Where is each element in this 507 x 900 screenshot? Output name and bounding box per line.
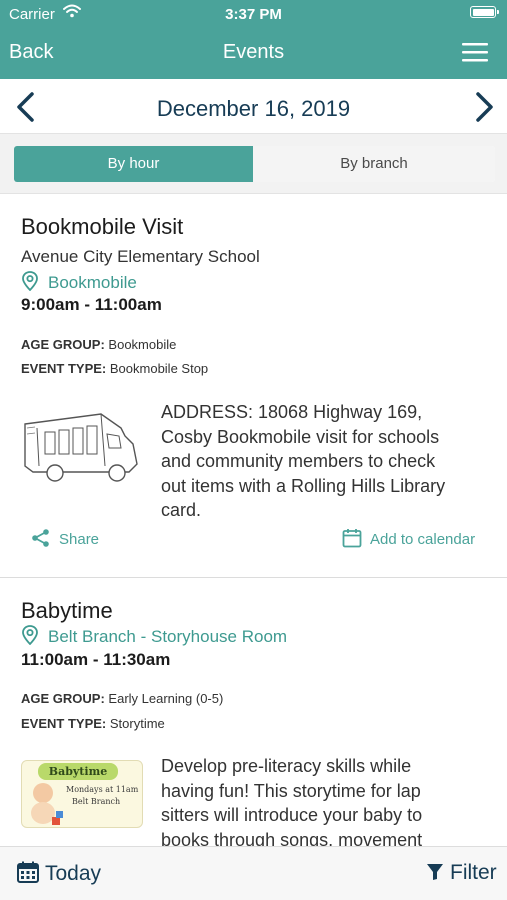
filter-button[interactable]: Filter: [426, 861, 497, 885]
app-header: Carrier 3:37 PM Back Events: [0, 0, 507, 79]
babytime-image-schedule: Mondays at 11am: [66, 785, 139, 794]
event-type: EVENT TYPE: Bookmobile Stop: [21, 361, 208, 376]
event-card[interactable]: Babytime Belt Branch - Storyhouse Room 1…: [0, 578, 507, 846]
event-subtitle: Avenue City Elementary School: [21, 247, 260, 266]
description-line: and community members to check: [161, 451, 436, 471]
event-type-label: EVENT TYPE:: [21, 716, 107, 731]
event-type-label: EVENT TYPE:: [21, 361, 107, 376]
description-line: books through songs, movement: [161, 829, 423, 847]
share-label: Share: [59, 531, 100, 548]
status-bar: Carrier 3:37 PM: [0, 0, 507, 28]
bookmobile-image: [21, 406, 143, 484]
event-title: Babytime: [21, 598, 113, 623]
page-title: Events: [222, 41, 285, 63]
age-group-value: Early Learning (0-5): [108, 691, 224, 706]
chevron-right-icon[interactable]: [470, 91, 498, 123]
event-age-group: AGE GROUP: Early Learning (0-5): [21, 691, 223, 706]
view-mode-bar: By hour By branch: [0, 133, 507, 194]
hamburger-menu-icon[interactable]: [461, 41, 489, 63]
description-line: card.: [161, 500, 202, 520]
event-card[interactable]: Bookmobile Visit Avenue City Elementary …: [0, 194, 507, 577]
current-date: December 16, 2019: [156, 96, 351, 121]
babytime-image: Babytime Mondays at 11am Belt Branch: [21, 760, 143, 828]
event-description: Develop pre-literacy skills while having…: [161, 754, 491, 846]
segment-by-branch[interactable]: By branch: [253, 146, 495, 182]
calendar-icon: [17, 861, 39, 883]
event-type-value: Bookmobile Stop: [109, 361, 209, 376]
event-title: Bookmobile Visit: [21, 214, 184, 239]
battery-icon: [470, 6, 499, 18]
add-to-calendar-button[interactable]: Add to calendar: [342, 528, 475, 548]
babytime-image-branch: Belt Branch: [72, 797, 121, 806]
today-label: Today: [45, 862, 102, 885]
location-pin-icon: [22, 625, 38, 646]
age-group-label: AGE GROUP:: [21, 337, 105, 352]
segment-by-hour[interactable]: By hour: [14, 146, 253, 182]
description-line: Develop pre-literacy skills while: [161, 756, 412, 776]
bottom-toolbar: Today Filter: [0, 846, 507, 900]
event-time: 11:00am - 11:30am: [21, 650, 171, 669]
description-line: ADDRESS: 18068 Highway 169,: [161, 402, 423, 422]
description-line: Cosby Bookmobile visit for schools: [161, 426, 440, 447]
description-line: out items with a Rolling Hills Library: [161, 475, 446, 496]
location-pin-icon: [22, 271, 38, 292]
navigation-bar: Back Events: [0, 28, 507, 79]
event-description: ADDRESS: 18068 Highway 169, Cosby Bookmo…: [161, 400, 491, 523]
filter-icon: [427, 864, 443, 880]
event-time: 9:00am - 11:00am: [21, 295, 162, 314]
age-group-value: Bookmobile: [108, 337, 177, 352]
event-age-group: AGE GROUP: Bookmobile: [21, 337, 176, 352]
status-time: 3:37 PM: [225, 6, 282, 23]
event-location-label: Belt Branch - Storyhouse Room: [48, 627, 288, 646]
event-location[interactable]: Bookmobile: [21, 271, 137, 293]
view-mode-segmented-control: By hour By branch: [14, 146, 495, 182]
description-line: having fun! This storytime for lap: [161, 780, 421, 801]
event-location[interactable]: Belt Branch - Storyhouse Room: [21, 625, 287, 647]
description-line: sitters will introduce your baby to: [161, 805, 423, 825]
baby-illustration: [31, 783, 63, 825]
share-icon: [32, 529, 49, 547]
event-location-label: Bookmobile: [48, 273, 137, 292]
date-navigator: December 16, 2019: [0, 79, 507, 133]
filter-label: Filter: [450, 861, 497, 884]
share-button[interactable]: Share: [31, 528, 99, 548]
babytime-image-title: Babytime: [38, 763, 118, 780]
calendar-icon: [342, 529, 362, 548]
add-to-calendar-label: Add to calendar: [370, 531, 476, 548]
event-type: EVENT TYPE: Storytime: [21, 716, 165, 731]
today-button[interactable]: Today: [17, 861, 101, 886]
event-type-value: Storytime: [109, 716, 165, 731]
age-group-label: AGE GROUP:: [21, 691, 105, 706]
